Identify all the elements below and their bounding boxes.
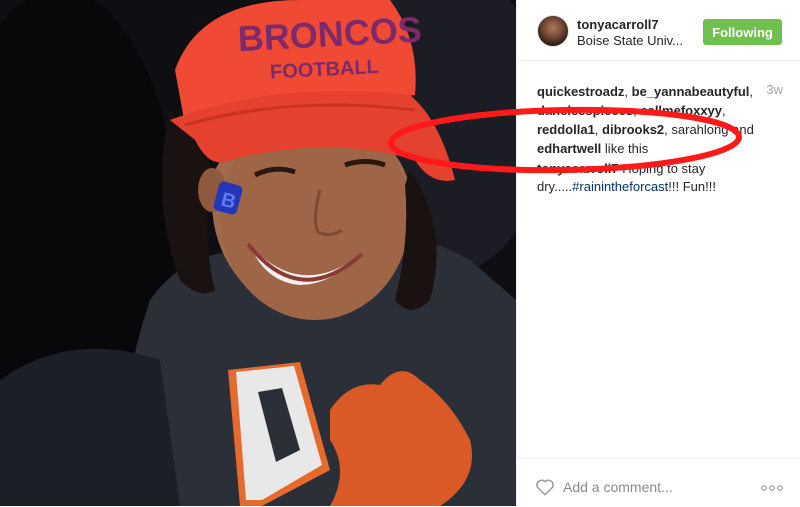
like-user[interactable]: quickestroadz (537, 84, 624, 99)
like-user[interactable]: dibrooks2 (602, 122, 664, 137)
post-details-panel: tonyacarroll7 Boise State Univ... Follow… (517, 0, 800, 506)
like-user[interactable]: be_yannabeautyful (632, 84, 750, 99)
post-header: tonyacarroll7 Boise State Univ... Follow… (517, 0, 800, 61)
caption-text-end: !!! Fun!!! (668, 179, 716, 194)
post-caption: tonyacarroll7 Hoping to stay dry.....#ra… (537, 160, 737, 196)
avatar[interactable] (537, 15, 569, 47)
comment-input[interactable] (563, 478, 753, 496)
selfie-image: B BRONCOS FOOTBALL (0, 0, 516, 506)
like-user[interactable]: daneicespieces (537, 103, 633, 118)
caption-username[interactable]: tonyacarroll7 (537, 161, 619, 176)
post-timestamp[interactable]: 3w (766, 82, 783, 97)
post-photo[interactable]: B BRONCOS FOOTBALL (0, 0, 516, 506)
like-user[interactable]: reddolla1 (537, 122, 595, 137)
heart-icon[interactable] (535, 478, 555, 496)
comment-bar (517, 458, 800, 507)
post-username[interactable]: tonyacarroll7 (577, 17, 659, 32)
more-options-icon[interactable] (761, 485, 783, 491)
post-location[interactable]: Boise State Univ... (577, 33, 697, 48)
likes-and: and (732, 122, 754, 137)
likes-suffix: like this (604, 141, 649, 156)
like-user[interactable]: sarahlong (671, 122, 728, 137)
caption-hashtag[interactable]: #rainintheforcast (572, 179, 668, 194)
likes-list: quickestroadz, be_yannabeautyful, daneic… (537, 84, 754, 156)
like-user[interactable]: edhartwell (537, 141, 601, 156)
like-user[interactable]: callmefoxxyy (640, 103, 722, 118)
following-button[interactable]: Following (703, 19, 782, 45)
